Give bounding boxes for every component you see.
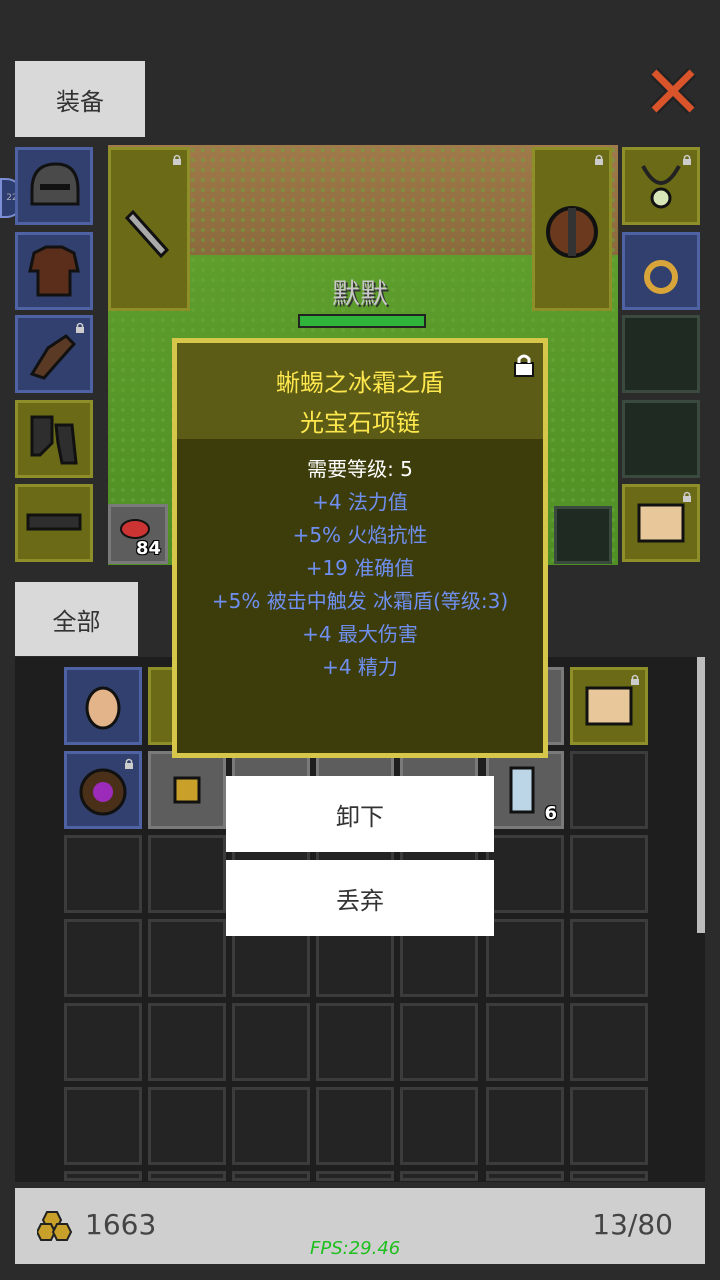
equipment-tab[interactable]: 装备 <box>15 61 145 137</box>
player-name: 默默 <box>331 277 388 310</box>
dagger-icon <box>124 209 170 259</box>
unequip-button[interactable]: 卸下 <box>226 776 494 852</box>
inventory-slot[interactable] <box>148 835 226 913</box>
helmet-icon <box>30 162 80 206</box>
ring2-slot[interactable] <box>622 315 700 393</box>
lock-icon <box>173 154 181 165</box>
necklace-slot[interactable] <box>622 147 700 225</box>
belt-slot[interactable] <box>15 484 93 562</box>
inventory-slot-scroll[interactable]: 6 <box>486 751 564 829</box>
lock-icon <box>631 674 639 685</box>
inventory-slot[interactable] <box>316 1171 394 1181</box>
scroll-count: 6 <box>544 803 557 824</box>
inventory-slot[interactable] <box>486 1003 564 1081</box>
inventory-slot-map[interactable] <box>570 667 648 745</box>
inventory-slot[interactable] <box>64 1087 142 1165</box>
ring-slot[interactable] <box>622 232 700 310</box>
tooltip-title-line2: 光宝石项链 <box>300 409 420 437</box>
inventory-slot[interactable] <box>486 1087 564 1165</box>
inventory-slot[interactable] <box>400 1087 478 1165</box>
fps-counter: FPS:29.46 <box>310 1238 401 1259</box>
tooltip-stat: +4 最大伤害 <box>302 622 418 646</box>
gold-amount: 1663 <box>85 1208 157 1241</box>
round-shield-icon <box>546 206 598 258</box>
scroll-slot[interactable] <box>622 484 700 562</box>
inventory-scrollbar[interactable] <box>697 657 705 933</box>
inventory-slot-gold[interactable] <box>148 751 226 829</box>
player-health-bar <box>298 314 426 328</box>
filter-all-tab[interactable]: 全部 <box>15 582 138 656</box>
ring-icon <box>644 260 678 294</box>
inventory-slot-egg[interactable] <box>64 667 142 745</box>
boots-icon <box>30 415 78 465</box>
extra-slot[interactable] <box>554 506 612 564</box>
inventory-slot-orb[interactable] <box>64 751 142 829</box>
inventory-slot[interactable] <box>570 1087 648 1165</box>
boots-slot[interactable] <box>15 400 93 478</box>
inventory-slot[interactable] <box>486 835 564 913</box>
gold-block-icon <box>173 776 201 804</box>
gloves-slot[interactable] <box>15 315 93 393</box>
weapon-slot[interactable] <box>108 147 190 311</box>
lock-icon <box>595 154 603 165</box>
item-tooltip: 蜥蜴之冰霜之盾 光宝石项链 需要等级: 5 +4 法力值 +5% 火焰抗性 +1… <box>172 338 548 758</box>
discard-label: 丢弃 <box>336 886 384 915</box>
inventory-capacity: 13/80 <box>592 1208 673 1241</box>
helmet-slot[interactable] <box>15 147 93 225</box>
inventory-slot[interactable] <box>64 919 142 997</box>
tooltip-stat: +19 准确值 <box>305 556 415 580</box>
belt-icon <box>26 513 82 531</box>
inventory-slot[interactable] <box>486 1171 564 1181</box>
inventory-slot[interactable] <box>570 1003 648 1081</box>
lock-icon <box>76 322 84 333</box>
inventory-slot[interactable] <box>232 1003 310 1081</box>
potion-quick-slot[interactable]: 84 <box>108 504 168 564</box>
inventory-slot[interactable] <box>570 919 648 997</box>
lock-icon <box>683 154 691 165</box>
gold-coins-icon <box>37 1211 73 1241</box>
armor-slot[interactable] <box>15 232 93 310</box>
lock-icon <box>683 491 691 502</box>
tooltip-required-level: 需要等级: 5 <box>307 457 413 481</box>
inventory-slot[interactable] <box>148 1087 226 1165</box>
tooltip-stat: +4 精力 <box>322 655 398 679</box>
inventory-slot[interactable] <box>570 1171 648 1181</box>
inventory-slot[interactable] <box>64 1003 142 1081</box>
egg-icon <box>85 686 121 730</box>
tooltip-stat: +4 法力值 <box>312 490 408 514</box>
inventory-slot[interactable] <box>316 1087 394 1165</box>
close-icon[interactable] <box>648 66 698 116</box>
potion-count: 84 <box>135 538 161 559</box>
inventory-slot[interactable] <box>148 1003 226 1081</box>
inventory-slot[interactable] <box>232 1171 310 1181</box>
inventory-slot[interactable] <box>64 835 142 913</box>
amulet-slot[interactable] <box>622 400 700 478</box>
inventory-slot[interactable] <box>64 1171 142 1181</box>
inventory-slot[interactable] <box>400 1171 478 1181</box>
inventory-slot[interactable] <box>570 751 648 829</box>
equipment-tab-label: 装备 <box>56 87 104 116</box>
tooltip-stat: +5% 被击中触发 冰霜盾(等级:3) <box>211 589 509 613</box>
inventory-slot[interactable] <box>316 1003 394 1081</box>
inventory-slot[interactable] <box>486 919 564 997</box>
shield-slot[interactable] <box>532 147 612 311</box>
inventory-slot[interactable] <box>400 1003 478 1081</box>
tooltip-title-line1: 蜥蜴之冰霜之盾 <box>276 369 444 397</box>
leather-armor-icon <box>28 245 80 297</box>
discard-button[interactable]: 丢弃 <box>226 860 494 936</box>
inventory-slot[interactable] <box>148 919 226 997</box>
inventory-slot[interactable] <box>232 1087 310 1165</box>
tooltip-stat: +5% 火焰抗性 <box>292 523 428 547</box>
inventory-slot[interactable] <box>148 1171 226 1181</box>
filter-all-label: 全部 <box>52 607 101 636</box>
lock-icon <box>125 758 133 769</box>
inventory-slot[interactable] <box>570 835 648 913</box>
unequip-label: 卸下 <box>336 802 384 831</box>
